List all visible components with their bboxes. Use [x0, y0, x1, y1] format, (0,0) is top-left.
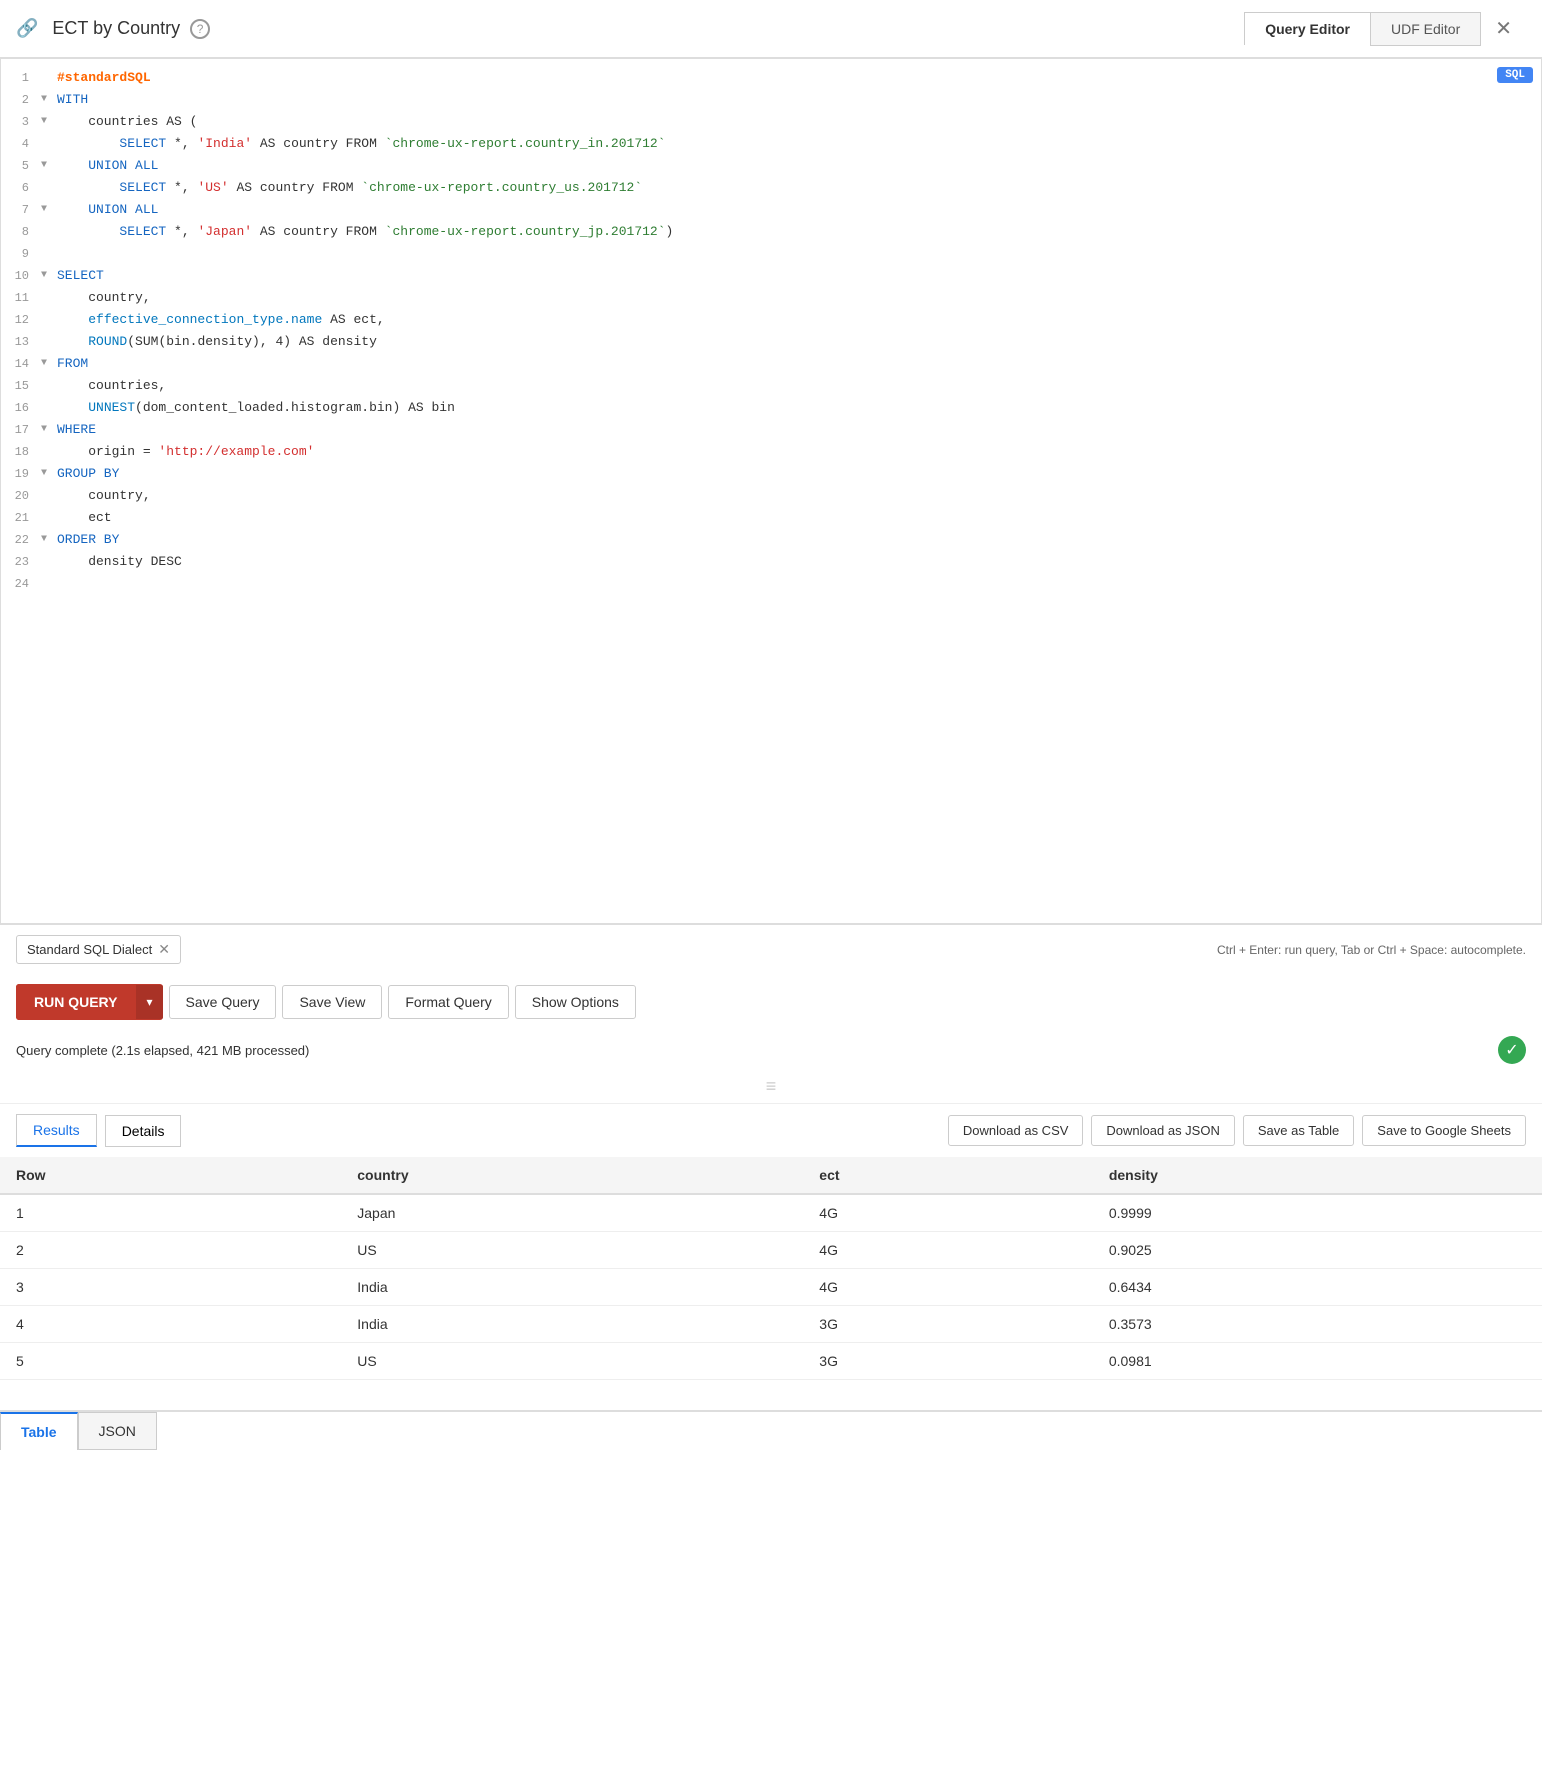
code-line: 20 country, [1, 485, 1541, 507]
code-line: 5 ▼ UNION ALL [1, 155, 1541, 177]
code-line: 22 ▼ ORDER BY [1, 529, 1541, 551]
code-line: 11 country, [1, 287, 1541, 309]
cell-ect: 3G [803, 1306, 1093, 1343]
page-title: ECT by Country [52, 18, 180, 39]
code-line: 14 ▼ FROM [1, 353, 1541, 375]
col-header-row: Row [0, 1157, 341, 1194]
code-line: 13 ROUND(SUM(bin.density), 4) AS density [1, 331, 1541, 353]
cell-country: US [341, 1232, 803, 1269]
tab-details[interactable]: Details [105, 1115, 182, 1147]
table-row: 4 India 3G 0.3573 [0, 1306, 1542, 1343]
status-bar: Query complete (2.1s elapsed, 421 MB pro… [0, 1030, 1542, 1070]
show-options-button[interactable]: Show Options [515, 985, 636, 1019]
sql-badge: SQL [1497, 67, 1533, 83]
col-header-ect: ect [803, 1157, 1093, 1194]
code-line: 3 ▼ countries AS ( [1, 111, 1541, 133]
code-line: 1 #standardSQL [1, 67, 1541, 89]
code-line: 24 [1, 573, 1541, 595]
code-line: 7 ▼ UNION ALL [1, 199, 1541, 221]
run-query-button[interactable]: RUN QUERY ▾ [16, 984, 163, 1020]
table-header-row: Row country ect density [0, 1157, 1542, 1194]
link-icon: 🔗 [16, 18, 38, 39]
tab-udf-editor[interactable]: UDF Editor [1370, 12, 1481, 46]
code-line: 21 ect [1, 507, 1541, 529]
header-left: 🔗 ECT by Country ? [16, 18, 210, 39]
buttons-row: RUN QUERY ▾ Save Query Save View Format … [0, 974, 1542, 1030]
cell-density: 0.0981 [1093, 1343, 1542, 1380]
cell-country: US [341, 1343, 803, 1380]
app-header: 🔗 ECT by Country ? Query Editor UDF Edit… [0, 0, 1542, 58]
tab-query-editor[interactable]: Query Editor [1244, 12, 1370, 45]
status-ok-icon: ✓ [1498, 1036, 1526, 1064]
code-line: 17 ▼ WHERE [1, 419, 1541, 441]
hint-text: Ctrl + Enter: run query, Tab or Ctrl + S… [1217, 943, 1526, 957]
help-icon[interactable]: ? [190, 19, 210, 39]
table-row: 5 US 3G 0.0981 [0, 1343, 1542, 1380]
cell-ect: 4G [803, 1194, 1093, 1232]
header-tabs: Query Editor UDF Editor ✕ [1244, 8, 1526, 49]
run-query-dropdown[interactable]: ▾ [136, 985, 163, 1019]
table-row: 1 Japan 4G 0.9999 [0, 1194, 1542, 1232]
cell-ect: 4G [803, 1232, 1093, 1269]
code-line: 8 SELECT *, 'Japan' AS country FROM `chr… [1, 221, 1541, 243]
close-button[interactable]: ✕ [1481, 8, 1526, 49]
tab-results[interactable]: Results [16, 1114, 97, 1147]
cell-ect: 3G [803, 1343, 1093, 1380]
panel-divider: ≡ [0, 1070, 1542, 1103]
bottom-tab-json[interactable]: JSON [78, 1412, 157, 1450]
code-line: 10 ▼ SELECT [1, 265, 1541, 287]
cell-density: 0.9025 [1093, 1232, 1542, 1269]
cell-row: 2 [0, 1232, 341, 1269]
cell-row: 3 [0, 1269, 341, 1306]
dialect-label: Standard SQL Dialect [27, 942, 152, 957]
save-query-button[interactable]: Save Query [169, 985, 277, 1019]
editor-empty-space [1, 595, 1541, 915]
save-table-button[interactable]: Save as Table [1243, 1115, 1354, 1146]
code-editor[interactable]: SQL 1 #standardSQL 2 ▼ WITH 3 ▼ countrie… [0, 58, 1542, 924]
code-line: 12 effective_connection_type.name AS ect… [1, 309, 1541, 331]
code-line: 19 ▼ GROUP BY [1, 463, 1541, 485]
cell-ect: 4G [803, 1269, 1093, 1306]
download-json-button[interactable]: Download as JSON [1091, 1115, 1234, 1146]
table-row: 2 US 4G 0.9025 [0, 1232, 1542, 1269]
code-line: 15 countries, [1, 375, 1541, 397]
save-sheets-button[interactable]: Save to Google Sheets [1362, 1115, 1526, 1146]
status-text: Query complete (2.1s elapsed, 421 MB pro… [16, 1043, 309, 1058]
cell-country: India [341, 1269, 803, 1306]
code-line: 23 density DESC [1, 551, 1541, 573]
code-line: 16 UNNEST(dom_content_loaded.histogram.b… [1, 397, 1541, 419]
code-line: 9 [1, 243, 1541, 265]
dialect-tag: Standard SQL Dialect ✕ [16, 935, 181, 964]
code-lines: 1 #standardSQL 2 ▼ WITH 3 ▼ countries AS… [1, 59, 1541, 923]
results-header: Results Details Download as CSV Download… [0, 1103, 1542, 1157]
download-csv-button[interactable]: Download as CSV [948, 1115, 1084, 1146]
cell-country: Japan [341, 1194, 803, 1232]
run-query-main[interactable]: RUN QUERY [16, 984, 136, 1020]
cell-row: 5 [0, 1343, 341, 1380]
code-line: 4 SELECT *, 'India' AS country FROM `chr… [1, 133, 1541, 155]
cell-row: 4 [0, 1306, 341, 1343]
col-header-country: country [341, 1157, 803, 1194]
cell-density: 0.9999 [1093, 1194, 1542, 1232]
bottom-tab-bar: Table JSON [0, 1410, 1542, 1450]
results-table: Row country ect density 1 Japan 4G 0.999… [0, 1157, 1542, 1380]
code-line: 6 SELECT *, 'US' AS country FROM `chrome… [1, 177, 1541, 199]
table-row: 3 India 4G 0.6434 [0, 1269, 1542, 1306]
cell-density: 0.3573 [1093, 1306, 1542, 1343]
dialect-close-icon[interactable]: ✕ [158, 941, 170, 958]
code-line: 2 ▼ WITH [1, 89, 1541, 111]
toolbar-area: Standard SQL Dialect ✕ Ctrl + Enter: run… [0, 924, 1542, 974]
cell-country: India [341, 1306, 803, 1343]
format-query-button[interactable]: Format Query [388, 985, 508, 1019]
save-view-button[interactable]: Save View [282, 985, 382, 1019]
code-line: 18 origin = 'http://example.com' [1, 441, 1541, 463]
cell-density: 0.6434 [1093, 1269, 1542, 1306]
col-header-density: density [1093, 1157, 1542, 1194]
bottom-tab-table[interactable]: Table [0, 1412, 78, 1450]
results-table-container: Row country ect density 1 Japan 4G 0.999… [0, 1157, 1542, 1400]
cell-row: 1 [0, 1194, 341, 1232]
